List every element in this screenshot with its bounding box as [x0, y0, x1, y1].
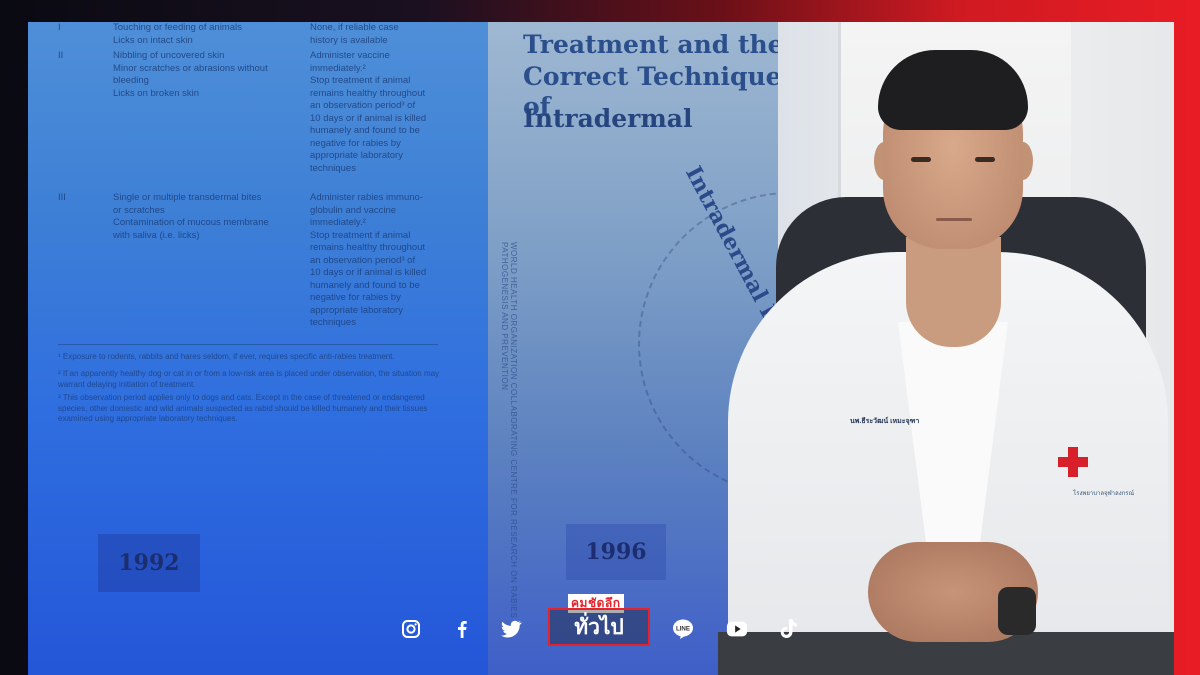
tiktok-icon[interactable] [778, 618, 800, 640]
pocket-text: โรงพยาบาลจุฬาลงกรณ์ [1073, 491, 1135, 497]
cover-title-line: Treatment and the [523, 30, 784, 59]
red-cross-icon [1058, 447, 1088, 477]
portrait-photo: นพ.ธีระวัฒน์ เหมะจุฑา โรงพยาบาลจุฬาลงกรณ… [718, 22, 1174, 675]
document-note: ² If an apparently healthy dog or cat in… [58, 369, 440, 389]
line-icon[interactable]: LINE [672, 618, 694, 640]
cover-spine-text: WORLD HEALTH ORGANIZATION COLLABORATING … [500, 242, 518, 619]
document-cell: Single or multiple transdermal bites or … [113, 192, 269, 241]
facebook-icon[interactable] [451, 618, 473, 640]
document-cell: I [58, 22, 61, 33]
document-cell: III [58, 192, 66, 203]
eye [975, 157, 995, 162]
document-note: ³ This observation period applies only t… [58, 393, 428, 423]
year-label: 1992 [98, 534, 200, 592]
image-panel: I Touching or feeding of animals Licks on… [28, 22, 1174, 675]
wristwatch [998, 587, 1036, 635]
document-cell: None, if reliable case history is availa… [310, 22, 399, 46]
hair [878, 50, 1028, 130]
twitter-icon[interactable] [500, 618, 522, 640]
neck [906, 237, 1001, 347]
category-badge[interactable]: ทั่วไป [548, 608, 650, 646]
svg-text:LINE: LINE [676, 626, 690, 633]
document-cell: Nibbling of uncovered skin Minor scratch… [113, 50, 268, 99]
eye [911, 157, 931, 162]
document-cell: Touching or feeding of animals Licks on … [113, 22, 242, 46]
banner: I Touching or feeding of animals Licks on… [0, 0, 1200, 675]
youtube-icon[interactable] [726, 618, 748, 640]
cover-highlight: Intradermal [523, 104, 693, 133]
document-note: ¹ Exposure to rodents, rabbits and hares… [58, 352, 395, 361]
document-cell: Administer vaccine immediately.² Stop tr… [310, 50, 427, 174]
instagram-icon[interactable] [400, 618, 422, 640]
coat-name-tag: นพ.ธีระวัฒน์ เหมะจุฑา [850, 418, 920, 425]
year-label: 1996 [566, 524, 666, 580]
mouth [936, 218, 972, 221]
document-cell: II [58, 50, 64, 61]
document-cell: Administer rabies immuno- globulin and v… [310, 192, 427, 328]
document-page: I Touching or feeding of animals Licks on… [28, 22, 498, 675]
document-divider [58, 344, 438, 345]
